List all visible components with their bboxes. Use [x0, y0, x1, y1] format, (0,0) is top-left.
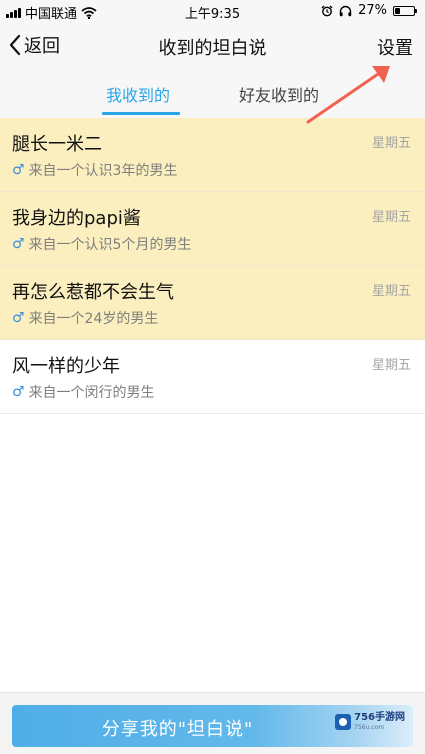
message-day: 星期五: [371, 210, 411, 225]
watermark-url: 756u.com: [354, 724, 385, 731]
message-title: 风一样的少年: [12, 356, 120, 377]
tab-received-by-friends[interactable]: 好友收到的: [239, 82, 319, 106]
nav-bar: 返回 收到的坦白说 设置: [0, 24, 425, 70]
list-item[interactable]: 我身边的papi酱 ♂ 来自一个认识5个月的男生 星期五: [0, 192, 425, 266]
message-day: 星期五: [371, 136, 411, 151]
share-button[interactable]: 分享我的"坦白说" 756手游网 756u.com: [12, 705, 413, 747]
message-title: 我身边的papi酱: [12, 208, 141, 229]
list-item[interactable]: 再怎么惹都不会生气 ♂ 来自一个24岁的男生 星期五: [0, 266, 425, 340]
battery-percent: 27%: [358, 3, 387, 18]
tab-bar: 我收到的 好友收到的: [0, 72, 425, 118]
list-item[interactable]: 风一样的少年 ♂ 来自一个闵行的男生 星期五: [0, 340, 425, 414]
list-item[interactable]: 腿长一米二 ♂ 来自一个认识3年的男生 星期五: [0, 118, 425, 192]
page-title: 收到的坦白说: [158, 38, 267, 59]
bottom-bar: 分享我的"坦白说" 756手游网 756u.com: [0, 692, 425, 754]
message-day: 星期五: [371, 284, 411, 299]
status-bar: 中国联通 上午9:35 27%: [0, 0, 425, 22]
message-sender-line: ♂ 来自一个24岁的男生: [12, 308, 158, 328]
message-day: 星期五: [371, 358, 411, 373]
alarm-icon: [321, 5, 333, 16]
message-list: 腿长一米二 ♂ 来自一个认识3年的男生 星期五 我身边的papi酱 ♂ 来自一个…: [0, 118, 425, 414]
status-right: 27%: [321, 3, 417, 18]
message-sender: 来自一个24岁的男生: [28, 311, 159, 327]
settings-button[interactable]: 设置: [377, 34, 413, 60]
header: 中国联通 上午9:35 27% 返回 收到的坦白说 设置 我收到的 好友收到的: [0, 0, 425, 119]
male-icon: ♂: [12, 236, 25, 252]
message-sender: 来自一个闵行的男生: [28, 385, 155, 401]
message-title: 再怎么惹都不会生气: [12, 282, 174, 303]
battery-fill: [395, 7, 400, 14]
message-sender-line: ♂ 来自一个认识3年的男生: [12, 160, 177, 180]
watermark-name: 756手游网: [354, 712, 405, 723]
tab-received-by-me[interactable]: 我收到的: [106, 82, 170, 106]
battery-icon: [393, 5, 417, 16]
message-sender: 来自一个认识3年的男生: [28, 163, 178, 179]
message-sender-line: ♂ 来自一个认识5个月的男生: [12, 234, 191, 254]
watermark-logo-icon: [335, 714, 352, 730]
share-label: 分享我的"坦白说": [101, 719, 254, 740]
watermark-text: 756手游网 756u.com: [354, 713, 405, 731]
message-sender-line: ♂ 来自一个闵行的男生: [12, 382, 155, 402]
male-icon: ♂: [12, 310, 25, 326]
male-icon: ♂: [12, 384, 25, 400]
watermark: 756手游网 756u.com: [335, 713, 405, 731]
active-tab-indicator: [102, 112, 180, 115]
message-sender: 来自一个认识5个月的男生: [28, 237, 192, 253]
headphones-icon: [339, 5, 352, 16]
male-icon: ♂: [12, 162, 25, 178]
message-title: 腿长一米二: [12, 134, 102, 155]
